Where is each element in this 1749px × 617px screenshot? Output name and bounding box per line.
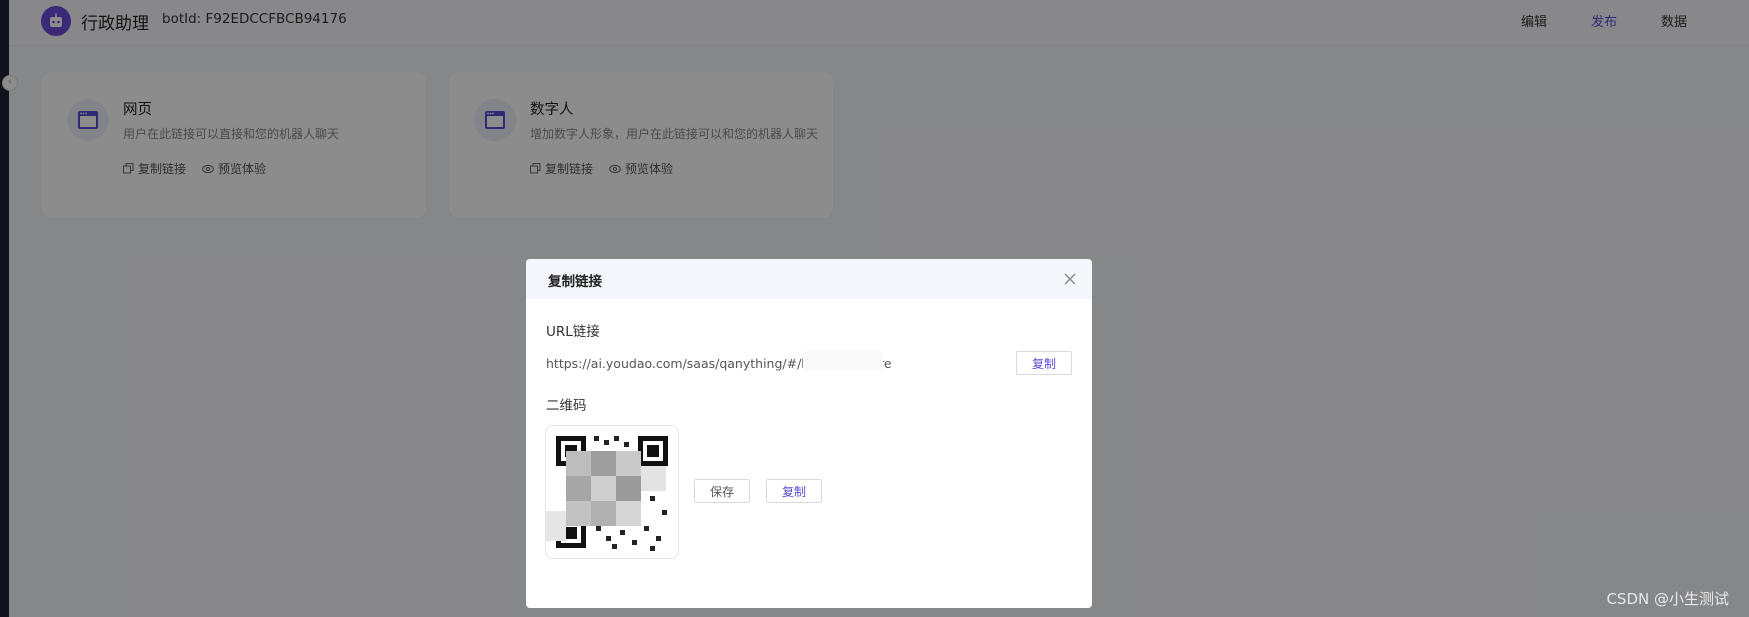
url-section-label: URL链接 <box>546 324 600 340</box>
copy-url-button[interactable]: 复制 <box>1016 351 1072 375</box>
copy-link-dialog: 复制链接 URL链接 https://ai.youdao.com/saas/qa… <box>526 259 1092 608</box>
copy-qr-button[interactable]: 复制 <box>766 479 822 503</box>
qr-section-label: 二维码 <box>546 398 587 414</box>
csdn-watermark: CSDN @小生测试 <box>1606 590 1729 608</box>
save-qr-button[interactable]: 保存 <box>694 479 750 503</box>
qr-code-image <box>545 425 679 559</box>
redacted-region <box>803 351 883 371</box>
dialog-header: 复制链接 <box>526 259 1092 299</box>
close-icon[interactable] <box>1062 271 1078 287</box>
dialog-title: 复制链接 <box>548 274 602 290</box>
